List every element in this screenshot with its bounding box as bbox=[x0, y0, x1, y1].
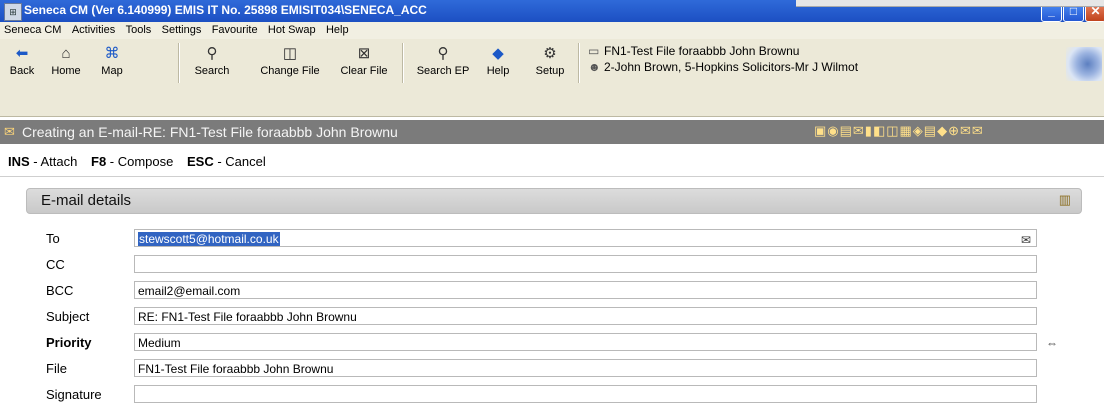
menu-help[interactable]: Help bbox=[326, 22, 349, 39]
toolbar-separator bbox=[578, 43, 580, 83]
to-field[interactable]: stewscott5@hotmail.co.uk ✉ bbox=[134, 229, 1037, 247]
setup-button[interactable]: ⚙ Setup bbox=[528, 45, 572, 77]
home-button[interactable]: ⌂ Home bbox=[44, 45, 88, 77]
menu-tools[interactable]: Tools bbox=[126, 22, 152, 39]
menu-seneca-cm[interactable]: Seneca CM bbox=[4, 22, 61, 39]
to-value: stewscott5@hotmail.co.uk bbox=[138, 232, 280, 246]
search-button[interactable]: ⚲ Search bbox=[186, 45, 238, 77]
shortcut-compose[interactable]: Compose bbox=[118, 154, 174, 169]
search-ep-icon: ⚲ bbox=[437, 45, 449, 62]
section-title: E-mail details bbox=[41, 192, 132, 209]
menu-activities[interactable]: Activities bbox=[72, 22, 115, 39]
divider bbox=[0, 176, 1104, 177]
page-title: Creating an E-mail-RE: FN1-Test File for… bbox=[22, 124, 398, 140]
change-file-icon: ◫ bbox=[282, 45, 298, 62]
change-file-label: Change File bbox=[260, 65, 320, 77]
signature-field[interactable] bbox=[134, 385, 1037, 403]
toolbar: ⬅ Back ⌂ Home ⌘ Map ⚲ Search ◫ Change Fi… bbox=[0, 39, 1104, 117]
help-icon: ◆ bbox=[492, 45, 504, 62]
setup-icon: ⚙ bbox=[543, 45, 557, 62]
people-icon: ☻ bbox=[588, 60, 601, 74]
shortcut-attach[interactable]: Attach bbox=[41, 154, 78, 169]
cc-field[interactable] bbox=[134, 255, 1037, 273]
clear-file-icon: ⊠ bbox=[357, 45, 371, 62]
cc-label: CC bbox=[46, 257, 65, 272]
search-ep-button[interactable]: ⚲ Search EP bbox=[407, 45, 479, 77]
folder-icon: ▭ bbox=[588, 44, 600, 58]
file-label: File bbox=[46, 361, 67, 376]
change-file-button[interactable]: ◫ Change File bbox=[250, 45, 330, 77]
menu-settings[interactable]: Settings bbox=[162, 22, 202, 39]
home-icon: ⌂ bbox=[61, 45, 71, 62]
toolbar-separator bbox=[402, 43, 404, 83]
app-icon[interactable]: ⊞ bbox=[4, 3, 22, 21]
background-window-strip bbox=[796, 0, 1104, 7]
header-tool-icons[interactable]: ▣◉▤✉▮◧◫▦◈▤◆⊕✉✉ bbox=[814, 123, 984, 139]
building-icon[interactable]: ▥ bbox=[1059, 192, 1071, 208]
back-label: Back bbox=[9, 65, 35, 77]
map-button[interactable]: ⌘ Map bbox=[92, 45, 132, 77]
menu-hot-swap[interactable]: Hot Swap bbox=[268, 22, 316, 39]
arrow-left-icon: ⬅ bbox=[15, 45, 29, 62]
priority-field[interactable]: Medium bbox=[134, 333, 1037, 351]
window-title: Seneca CM (Ver 6.140999) EMIS IT No. 258… bbox=[24, 3, 427, 17]
help-button[interactable]: ◆ Help bbox=[480, 45, 516, 77]
page-header: ✉ Creating an E-mail-RE: FN1-Test File f… bbox=[0, 120, 1104, 144]
subject-field[interactable]: RE: FN1-Test File foraabbb John Brownu bbox=[134, 307, 1037, 325]
search-ep-label: Search EP bbox=[416, 65, 470, 77]
shortcut-key-f8: F8 bbox=[91, 154, 107, 169]
envelope-icon: ✉ bbox=[4, 124, 15, 139]
bcc-label: BCC bbox=[46, 283, 74, 298]
signature-label: Signature bbox=[46, 387, 102, 402]
keyboard-shortcuts: INS - Attach F8 - Compose ESC - Cancel bbox=[8, 154, 266, 169]
priority-label: Priority bbox=[46, 335, 92, 350]
priority-toggle-icon[interactable]: ⇔ bbox=[1046, 336, 1058, 350]
home-label: Home bbox=[51, 65, 81, 77]
map-icon: ⌘ bbox=[104, 45, 120, 62]
shortcut-cancel[interactable]: Cancel bbox=[225, 154, 265, 169]
setup-label: Setup bbox=[535, 65, 565, 77]
help-label: Help bbox=[486, 65, 510, 77]
address-book-icon[interactable]: ✉ bbox=[1021, 231, 1031, 246]
shortcut-key-esc: ESC bbox=[187, 154, 214, 169]
current-file-info: ▭ FN1-Test File foraabbb John Brownu ☻ 2-J… bbox=[588, 43, 858, 75]
brand-logo bbox=[1066, 47, 1102, 81]
map-label: Map bbox=[101, 65, 123, 77]
clear-file-label: Clear File bbox=[340, 65, 388, 77]
search-label: Search bbox=[194, 65, 230, 77]
current-file-name[interactable]: FN1-Test File foraabbb John Brownu bbox=[604, 44, 799, 58]
back-button[interactable]: ⬅ Back bbox=[4, 45, 40, 77]
menu-favourite[interactable]: Favourite bbox=[212, 22, 258, 39]
to-label: To bbox=[46, 231, 60, 246]
shortcut-key-ins: INS bbox=[8, 154, 30, 169]
search-icon: ⚲ bbox=[206, 45, 218, 62]
menu-bar: Seneca CM Activities Tools Settings Favo… bbox=[0, 22, 1104, 40]
email-details-section: E-mail details ▥ bbox=[26, 188, 1082, 214]
file-field[interactable]: FN1-Test File foraabbb John Brownu bbox=[134, 359, 1037, 377]
current-client-info[interactable]: 2-John Brown, 5-Hopkins Solicitors-Mr J … bbox=[604, 60, 858, 74]
bcc-field[interactable]: email2@email.com bbox=[134, 281, 1037, 299]
toolbar-separator bbox=[178, 43, 180, 83]
clear-file-button[interactable]: ⊠ Clear File bbox=[330, 45, 398, 77]
subject-label: Subject bbox=[46, 309, 90, 324]
